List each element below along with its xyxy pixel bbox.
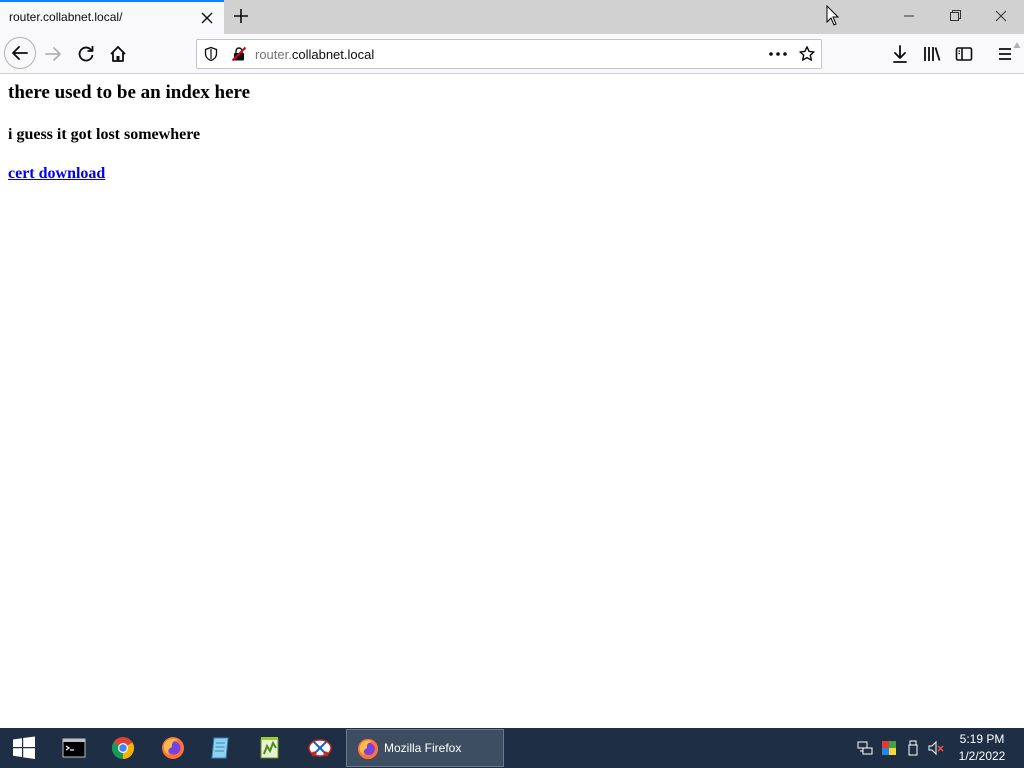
tab-title: router.collabnet.local/ [9,10,123,24]
cert-download-link[interactable]: cert download [8,165,105,183]
page-heading: there used to be an index here [8,82,251,103]
firefox-active-window-button[interactable]: Mozilla Firefox [346,729,504,767]
snipping-tool-taskbar-button[interactable] [296,728,344,768]
downloads-button[interactable] [884,38,916,70]
network-icon[interactable] [857,740,873,756]
command-prompt-icon [62,738,86,758]
url-domain: collabnet.local [291,47,375,62]
library-button[interactable] [916,38,948,70]
chrome-taskbar-button[interactable] [99,728,147,768]
chrome-icon [112,737,134,759]
volume-muted-icon[interactable] [928,740,944,756]
insecure-connection-icon[interactable] [231,46,247,62]
tab-strip: router.collabnet.local/ [0,0,1024,34]
url-text[interactable]: router.collabnet.local [255,47,374,62]
page-content: there used to be an index here i guess i… [0,74,1024,728]
new-tab-icon[interactable] [230,5,252,27]
notepad-plus-plus-taskbar-button[interactable] [246,728,294,768]
page-actions-ellipsis-icon[interactable] [767,46,789,62]
firefox-icon [162,737,184,759]
active-window-label: Mozilla Firefox [384,741,462,755]
clock-date: 1/2/2022 [958,749,1006,763]
notepad-plus-plus-icon [260,737,279,759]
firefox-taskbar-button[interactable] [149,728,197,768]
system-clock[interactable]: 5:19 PM 1/2/2022 [952,731,1012,765]
url-subdomain: router. [255,47,292,62]
firefox-icon [357,738,379,760]
bookmark-star-icon[interactable] [798,45,816,63]
reload-button[interactable] [70,38,102,70]
close-window-button[interactable] [978,0,1024,32]
clock-time: 5:19 PM [959,732,1005,746]
mouse-cursor-icon [826,4,840,27]
home-button[interactable] [102,38,134,70]
command-prompt-taskbar-button[interactable] [50,728,98,768]
navigation-toolbar: router.collabnet.local [0,34,1024,74]
notepad-icon [211,737,229,759]
close-tab-icon[interactable] [198,9,216,27]
snipping-tool-icon [308,739,332,757]
tracking-protection-shield-icon[interactable] [203,46,219,62]
usb-icon[interactable] [905,740,921,756]
minimize-button[interactable] [886,0,932,32]
hamburger-menu-button[interactable] [990,38,1022,70]
windows-start-button[interactable] [0,728,48,768]
sidebar-toggle-button[interactable] [948,38,980,70]
tab-active[interactable]: router.collabnet.local/ [0,0,224,34]
restore-button[interactable] [932,0,978,32]
windows-start-icon [13,736,35,759]
back-button[interactable] [4,37,36,69]
color-icon[interactable] [881,740,897,756]
page-subheading: i guess it got lost somewhere [8,126,201,143]
taskbar: Mozilla Firefox 5:19 PM 1/2/2022 [0,728,1024,768]
notepad-taskbar-button[interactable] [197,728,245,768]
address-bar[interactable]: router.collabnet.local [196,39,822,69]
forward-button[interactable] [38,38,70,70]
